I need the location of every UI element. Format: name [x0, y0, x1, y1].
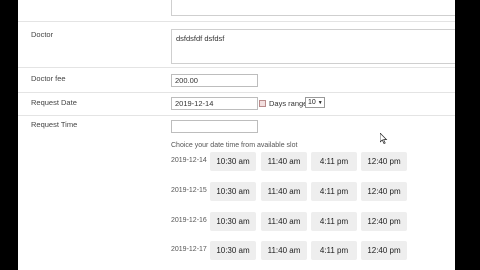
slot-date: 2019-12-17: [171, 246, 207, 253]
doctor-fee-label: Doctor fee: [31, 74, 66, 83]
days-range-select[interactable]: 10 ▼: [305, 97, 325, 108]
doctor-label: Doctor: [31, 30, 54, 39]
slot-date: 2019-12-14: [171, 157, 207, 164]
time-slot-button[interactable]: 10:30 am: [210, 212, 256, 231]
slot-hint: Choice your date time from available slo…: [171, 142, 298, 149]
time-slot-button[interactable]: 10:30 am: [210, 152, 256, 171]
time-slot-button[interactable]: 11:40 am: [261, 182, 307, 201]
previous-textarea[interactable]: [171, 0, 455, 16]
divider: [18, 115, 455, 116]
time-slot-button[interactable]: 4:11 pm: [311, 241, 357, 260]
time-slot-button[interactable]: 11:40 am: [261, 212, 307, 231]
slot-date: 2019-12-15: [171, 187, 207, 194]
time-slot-button[interactable]: 4:11 pm: [311, 212, 357, 231]
time-slot-button[interactable]: 11:40 am: [261, 241, 307, 260]
time-slot-button[interactable]: 4:11 pm: [311, 152, 357, 171]
time-slot-button[interactable]: 10:30 am: [210, 182, 256, 201]
doctor-value: dsfdsfdf dsfdsf: [176, 34, 225, 43]
request-date-input[interactable]: 2019-12-14: [171, 97, 258, 110]
time-slot-button[interactable]: 11:40 am: [261, 152, 307, 171]
divider: [18, 67, 455, 68]
divider: [18, 21, 455, 22]
time-slot-button[interactable]: 12:40 pm: [361, 241, 407, 260]
request-time-label: Request Time: [31, 120, 78, 129]
doctor-fee-input[interactable]: 200.00: [171, 74, 258, 87]
doctor-field[interactable]: dsfdsfdf dsfdsf: [171, 29, 455, 64]
time-slot-button[interactable]: 10:30 am: [210, 241, 256, 260]
request-time-input[interactable]: [171, 120, 258, 133]
time-slot-button[interactable]: 12:40 pm: [361, 212, 407, 231]
chevron-down-icon: ▼: [317, 100, 323, 106]
calendar-icon[interactable]: [259, 100, 266, 107]
time-slot-button[interactable]: 12:40 pm: [361, 152, 407, 171]
slot-date: 2019-12-16: [171, 217, 207, 224]
days-range-value: 10: [308, 99, 316, 106]
time-slot-button[interactable]: 4:11 pm: [311, 182, 357, 201]
days-range-label: Days range: [269, 99, 308, 108]
time-slot-button[interactable]: 12:40 pm: [361, 182, 407, 201]
appointment-form: Doctor dsfdsfdf dsfdsf Doctor fee 200.00…: [18, 0, 455, 270]
divider: [18, 92, 455, 93]
request-date-label: Request Date: [31, 98, 77, 107]
mouse-pointer-icon: [380, 133, 388, 144]
